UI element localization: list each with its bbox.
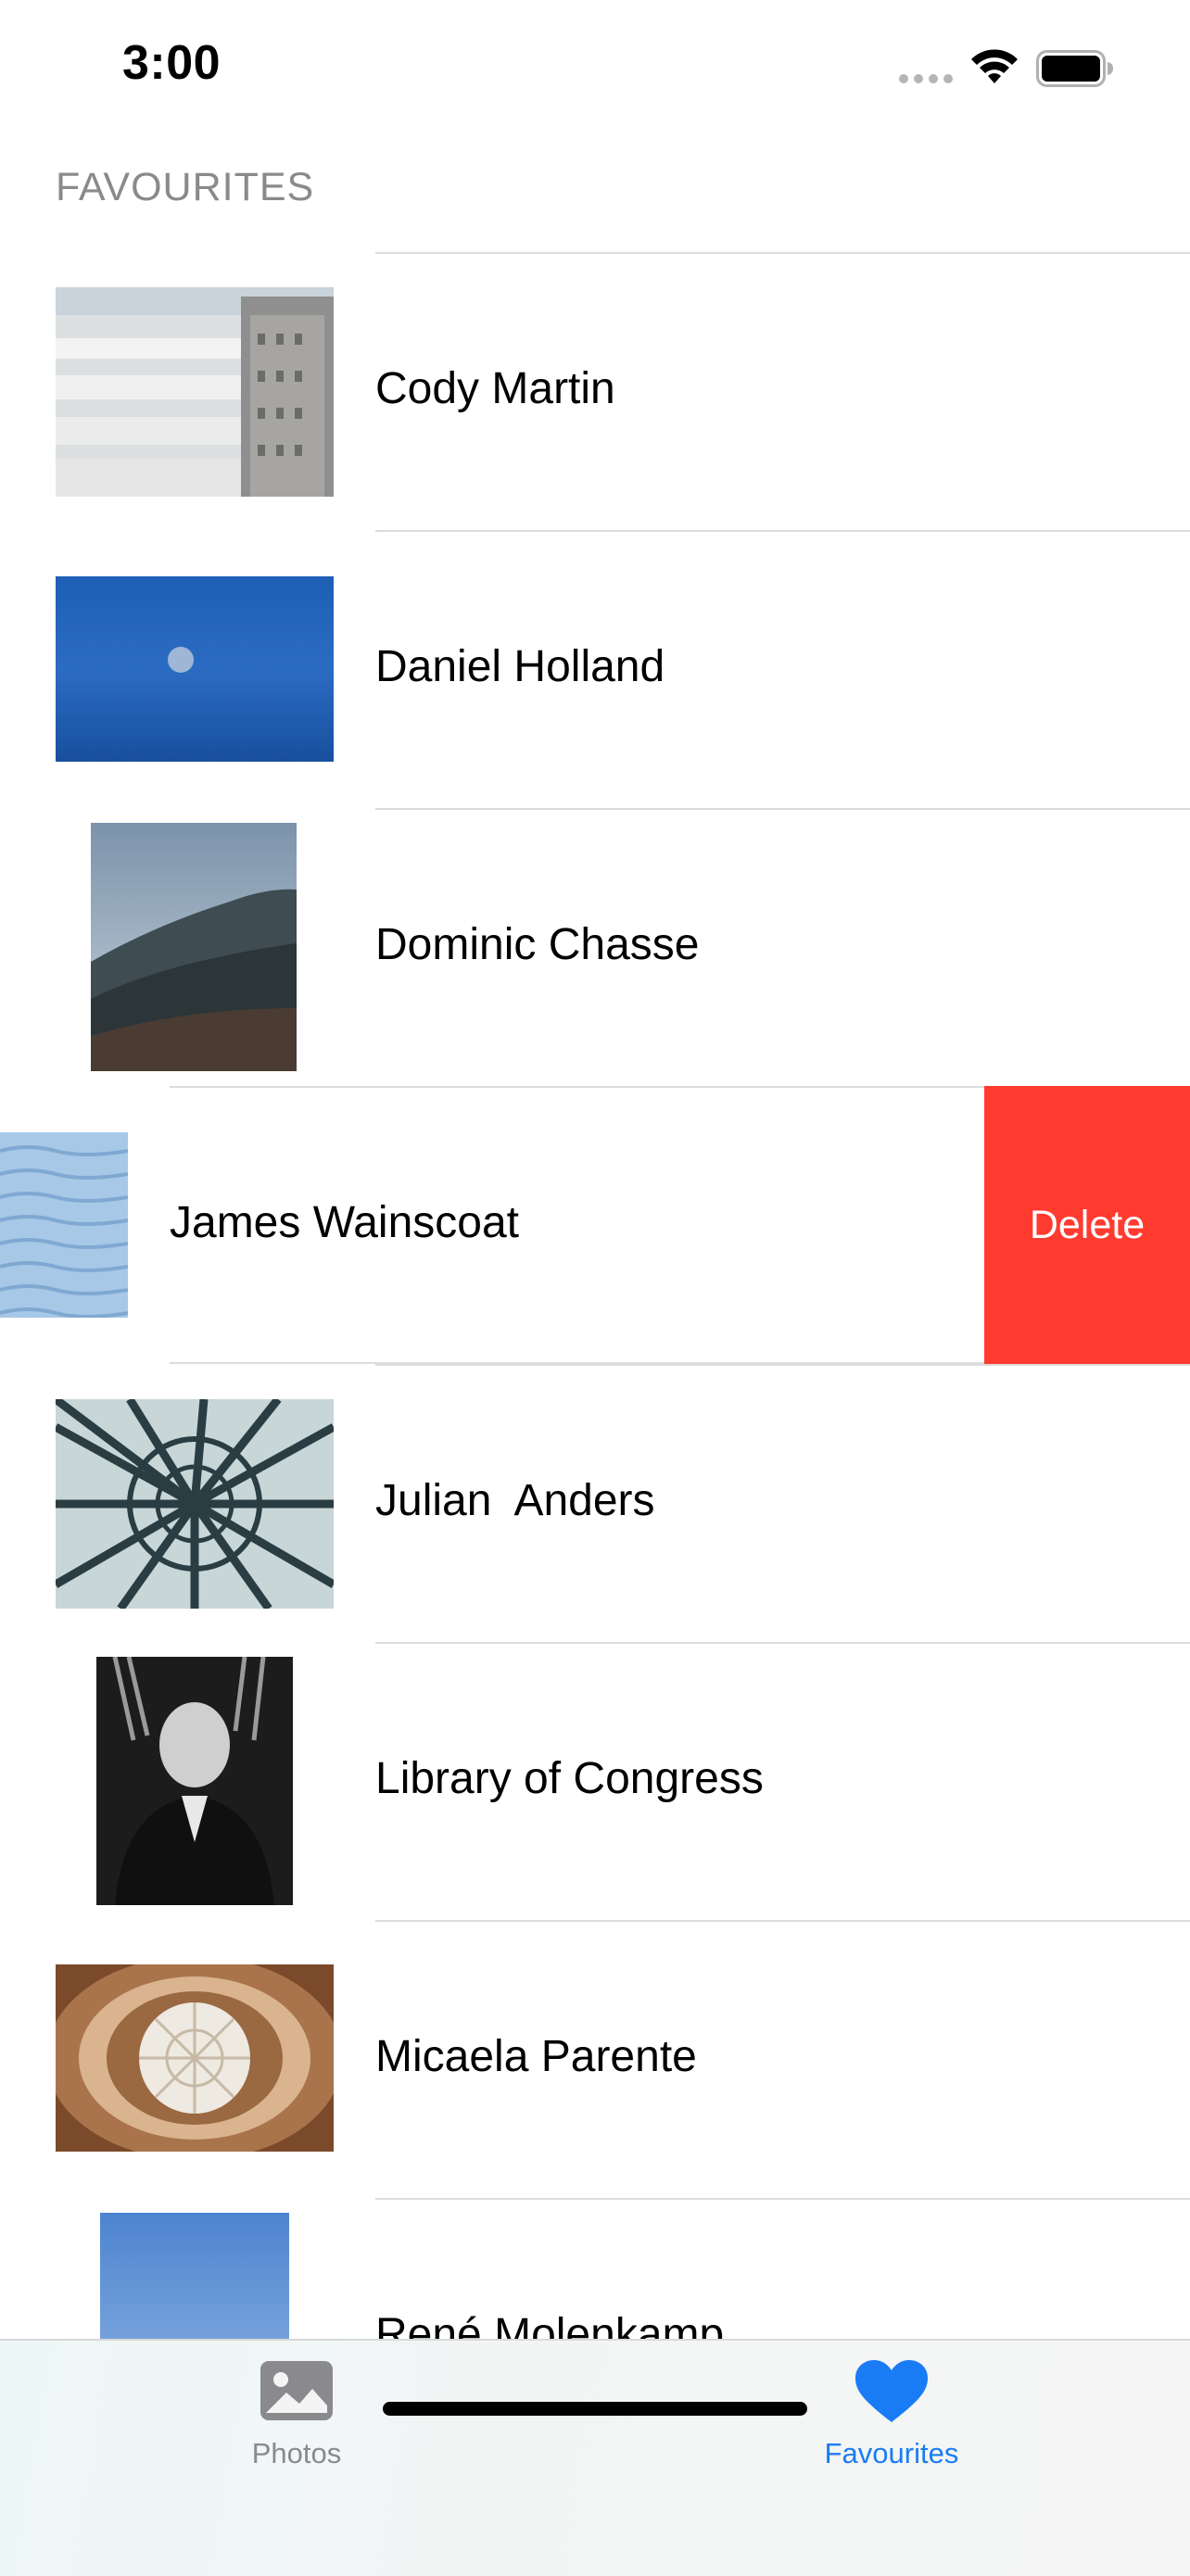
photo-icon: [260, 2361, 333, 2420]
row-separator: [170, 1086, 984, 1088]
row-title: Library of Congress: [375, 1754, 764, 1803]
row-thumbnail: [56, 1399, 334, 1609]
tab-bar: Photos Favourites: [0, 2339, 1190, 2576]
home-indicator[interactable]: [383, 2402, 807, 2416]
row-thumbnail: [56, 576, 334, 762]
row-thumbnail: [96, 1657, 293, 1905]
row-thumbnail: [91, 823, 297, 1071]
favourites-list[interactable]: Cody Martin Daniel Holland Dominic Chass…: [0, 252, 1190, 2339]
delete-button[interactable]: Delete: [984, 1086, 1190, 1364]
row-thumbnail: [56, 1964, 334, 2152]
list-item[interactable]: Micaela Parente: [0, 1920, 1190, 2198]
heart-icon: [855, 2360, 928, 2422]
row-thumbnail: [56, 287, 334, 497]
row-thumbnail: [0, 1132, 128, 1318]
cellular-signal-icon: [899, 74, 953, 83]
wifi-icon: [971, 49, 1018, 83]
status-bar: 3:00: [0, 0, 1190, 139]
tab-label: Favourites: [824, 2437, 959, 2469]
list-item-swiped[interactable]: James Wainscoat Delete: [0, 1086, 1190, 1364]
row-title: René Molenkamp: [375, 2310, 725, 2339]
list-item[interactable]: Cody Martin: [0, 252, 1190, 530]
row-title: Julian Anders: [375, 1476, 655, 1525]
row-title: James Wainscoat: [170, 1198, 520, 1247]
status-time: 3:00: [122, 36, 222, 90]
row-title: Daniel Holland: [375, 642, 665, 691]
tab-label: Photos: [251, 2437, 342, 2469]
row-separator: [375, 530, 1190, 532]
row-thumbnail: [100, 2213, 289, 2339]
row-title: Cody Martin: [375, 364, 615, 413]
row-separator: [375, 2198, 1190, 2200]
list-item[interactable]: Julian Anders: [0, 1364, 1190, 1642]
row-separator: [375, 252, 1190, 254]
row-separator: [375, 808, 1190, 810]
list-item[interactable]: René Molenkamp: [0, 2198, 1190, 2339]
tab-photos[interactable]: Photos: [158, 2359, 436, 2498]
row-title: Dominic Chasse: [375, 920, 700, 969]
row-separator: [375, 1642, 1190, 1644]
battery-icon: [1036, 50, 1113, 87]
list-item[interactable]: Daniel Holland: [0, 530, 1190, 808]
section-header: FAVOURITES: [56, 165, 315, 209]
row-separator: [375, 1364, 1190, 1366]
list-item[interactable]: Library of Congress: [0, 1642, 1190, 1920]
list-item[interactable]: Dominic Chasse: [0, 808, 1190, 1086]
row-title: Micaela Parente: [375, 2032, 697, 2081]
tab-favourites[interactable]: Favourites: [753, 2359, 1031, 2498]
row-separator: [375, 1920, 1190, 1922]
